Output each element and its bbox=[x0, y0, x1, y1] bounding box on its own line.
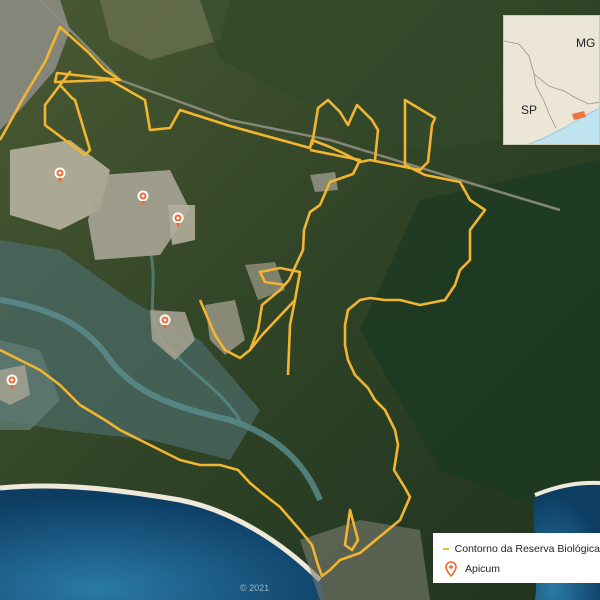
legend-apicum-label: Apicum bbox=[465, 563, 501, 575]
inset-label-mg: MG bbox=[576, 36, 596, 50]
inset-state-border bbox=[504, 40, 599, 105]
salt-flat bbox=[168, 205, 195, 245]
legend-boundary-label: Contorno da Reserva Biológica bbox=[454, 543, 600, 555]
inset-label-sp: SP bbox=[521, 103, 538, 117]
boundary-line-icon bbox=[443, 548, 449, 550]
map-legend: Contorno da Reserva Biológica Apicum bbox=[433, 533, 600, 583]
legend-item-boundary: Contorno da Reserva Biológica bbox=[443, 539, 600, 559]
map-copyright: © 2021 bbox=[240, 583, 270, 593]
locator-inset-map: MG SP bbox=[503, 15, 600, 145]
legend-item-apicum: Apicum bbox=[443, 559, 600, 579]
inset-state-border-2 bbox=[533, 73, 557, 129]
map-pin-icon bbox=[443, 561, 459, 577]
